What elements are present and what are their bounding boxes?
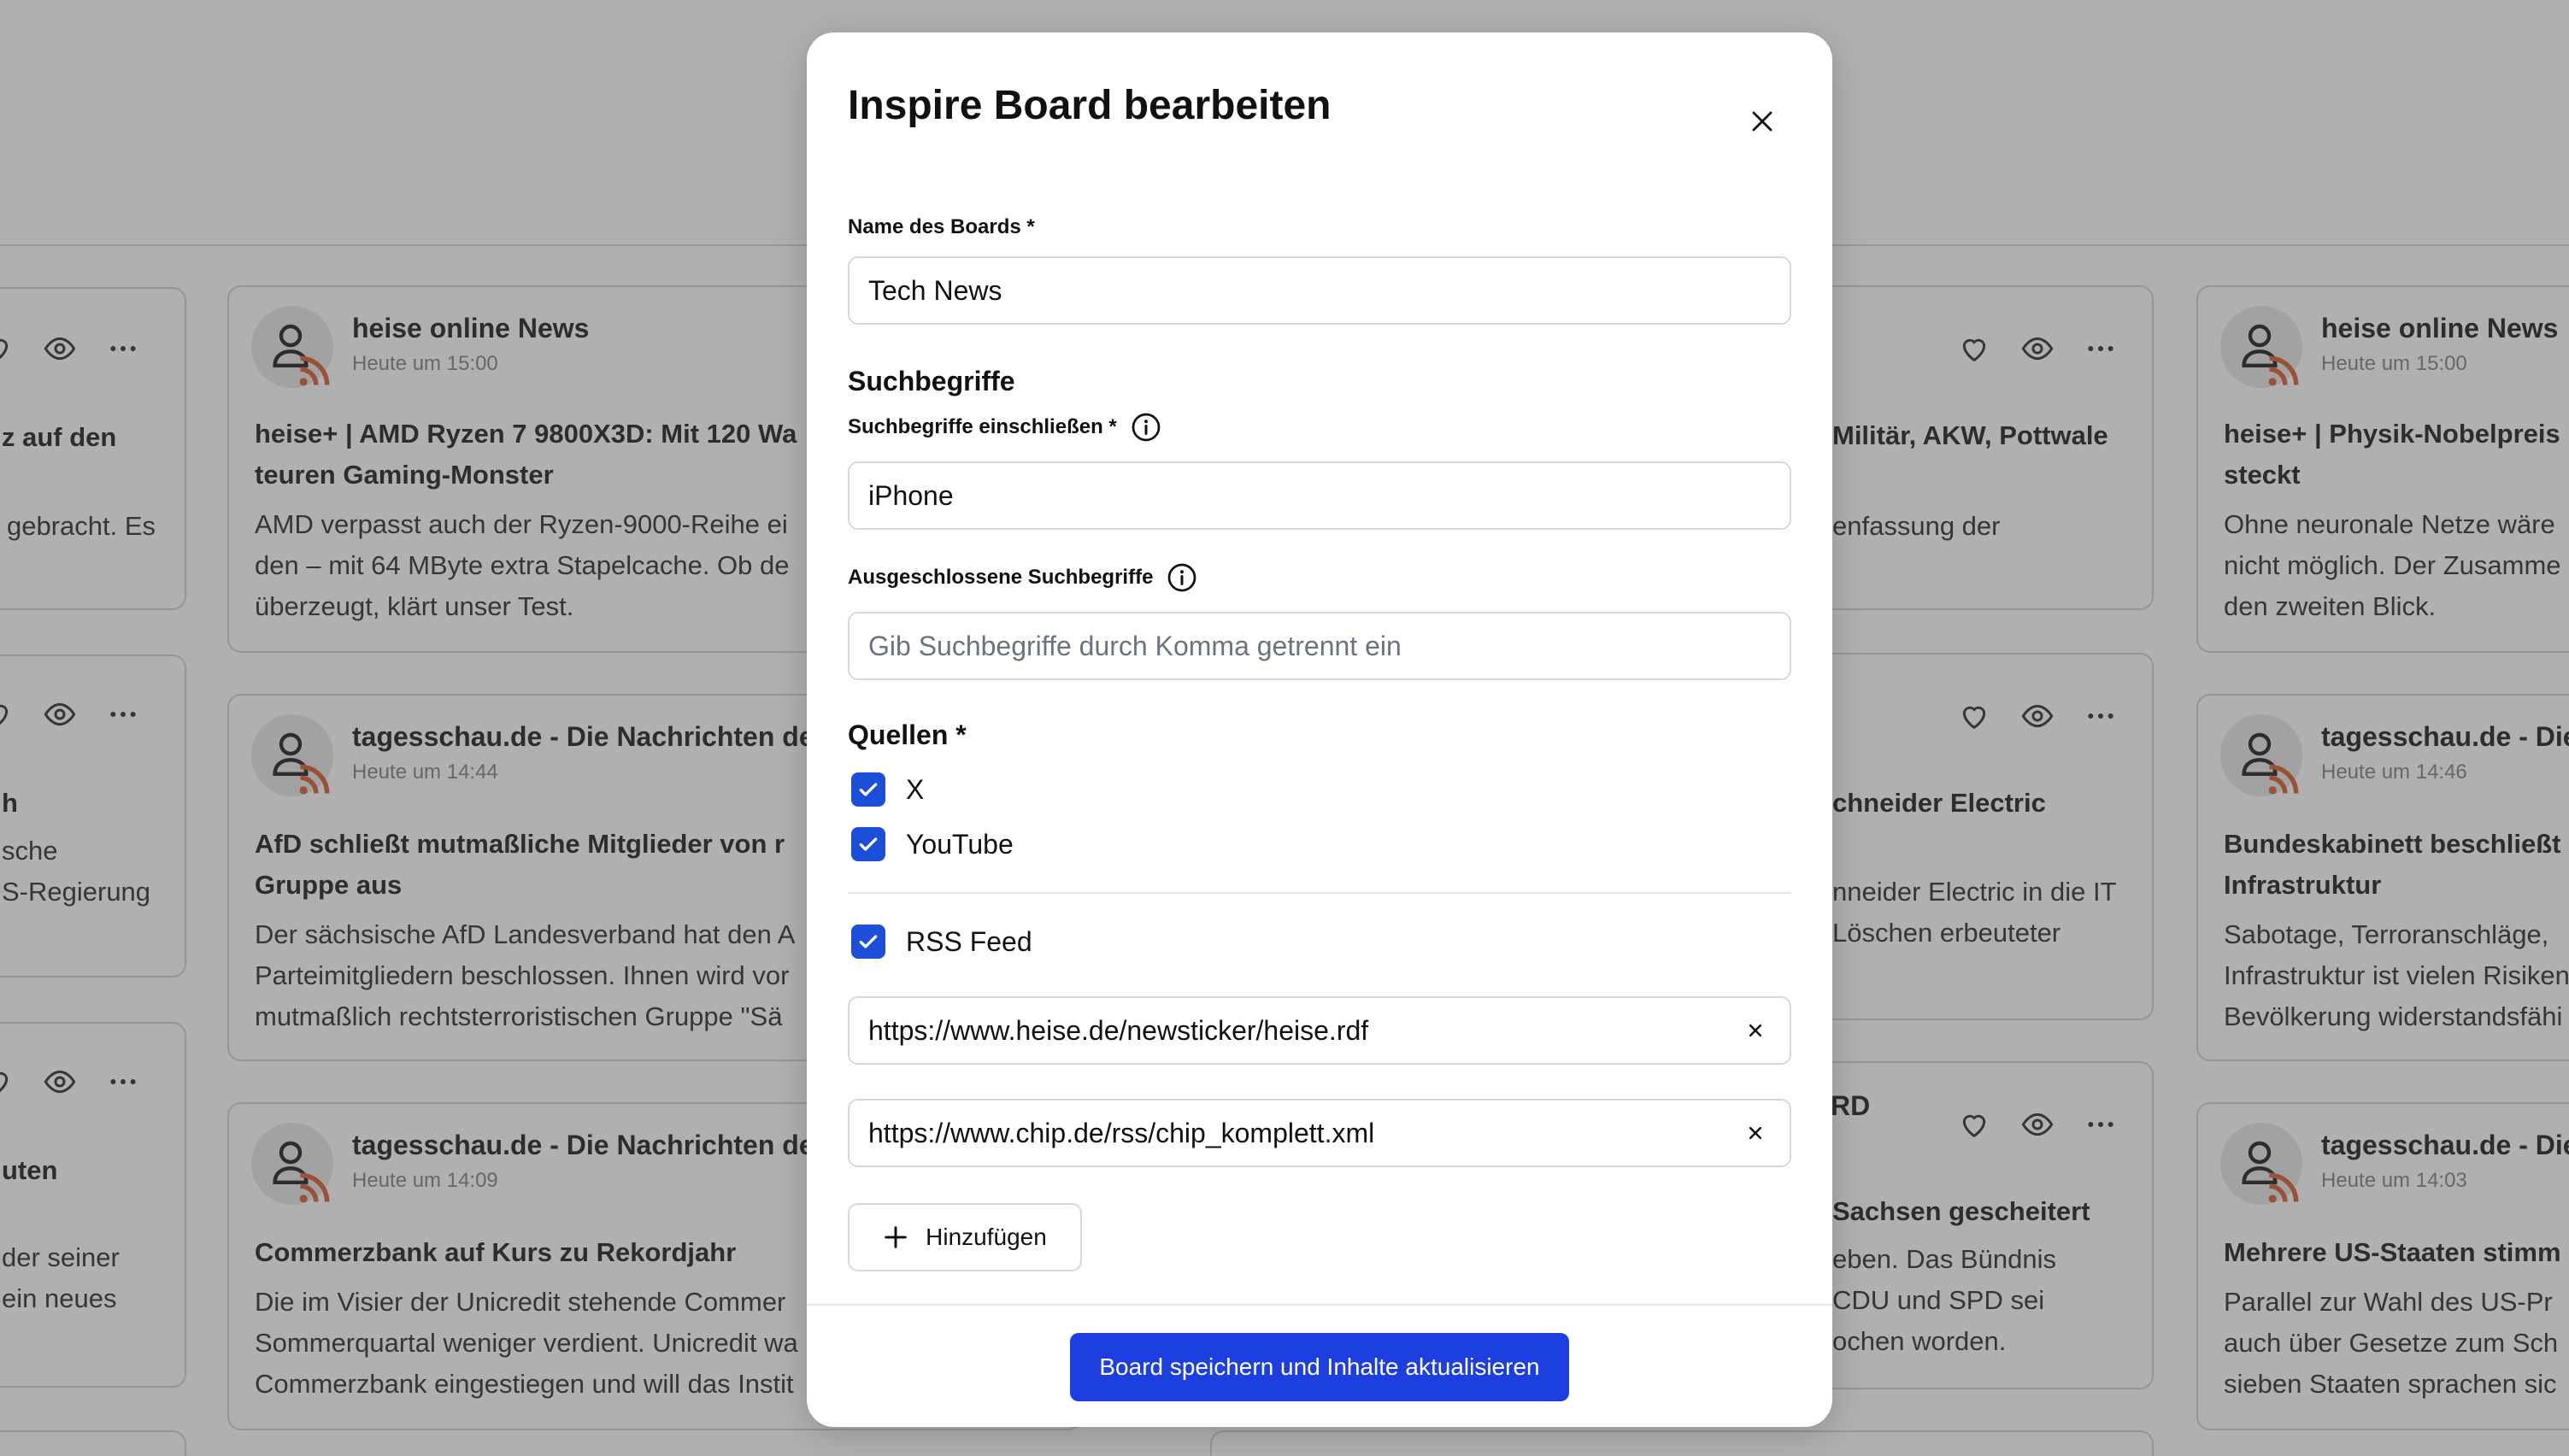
- include-terms-label: Suchbegriffe einschließen *: [848, 412, 1161, 443]
- edit-board-dialog: Inspire Board bearbeiten Name des Boards…: [807, 32, 1832, 1427]
- footer-divider: [807, 1304, 1832, 1306]
- remove-url-button[interactable]: [1738, 1013, 1772, 1048]
- save-board-button[interactable]: Board speichern und Inhalte aktualisiere…: [1070, 1333, 1569, 1401]
- board-name-input[interactable]: [848, 256, 1791, 325]
- source-rss-label: RSS Feed: [906, 925, 1032, 957]
- checkbox[interactable]: [851, 772, 885, 807]
- source-youtube-label: YouTube: [906, 828, 1014, 860]
- close-icon: [1752, 111, 1772, 132]
- source-x-checkbox[interactable]: X: [851, 772, 924, 807]
- plus-icon: [885, 1226, 907, 1248]
- remove-url-button[interactable]: [1738, 1116, 1772, 1150]
- clear-icon: [1749, 1126, 1762, 1140]
- add-url-button[interactable]: Hinzufügen: [848, 1203, 1082, 1271]
- checkbox[interactable]: [851, 925, 885, 959]
- rss-url-row: [848, 1099, 1791, 1167]
- rss-url-input[interactable]: [848, 996, 1791, 1065]
- exclude-terms-input[interactable]: [848, 612, 1791, 680]
- rss-url-row: [848, 996, 1791, 1065]
- source-rss-checkbox[interactable]: RSS Feed: [851, 925, 1032, 959]
- source-x-label: X: [906, 773, 925, 805]
- board-name-label-text: Name des Boards *: [848, 215, 1035, 238]
- close-button[interactable]: [1742, 101, 1783, 142]
- exclude-terms-label-text: Ausgeschlossene Suchbegriffe: [848, 566, 1154, 589]
- add-url-label: Hinzufügen: [926, 1224, 1047, 1250]
- info-icon[interactable]: [1131, 412, 1161, 443]
- search-terms-heading: Suchbegriffe: [848, 366, 1015, 396]
- checkbox[interactable]: [851, 827, 885, 861]
- check-icon: [859, 783, 878, 796]
- divider: [848, 892, 1791, 894]
- sources-heading: Quellen *: [848, 719, 967, 750]
- check-icon: [859, 935, 878, 948]
- exclude-terms-label: Ausgeschlossene Suchbegriffe: [848, 562, 1197, 593]
- rss-url-input[interactable]: [848, 1099, 1791, 1167]
- board-name-label: Name des Boards *: [848, 215, 1035, 239]
- clear-icon: [1749, 1024, 1762, 1037]
- check-icon: [859, 837, 878, 851]
- info-icon[interactable]: [1167, 562, 1197, 593]
- source-youtube-checkbox[interactable]: YouTube: [851, 827, 1014, 861]
- dialog-title: Inspire Board bearbeiten: [848, 83, 1332, 128]
- include-terms-input[interactable]: [848, 461, 1791, 530]
- include-terms-label-text: Suchbegriffe einschließen *: [848, 415, 1117, 438]
